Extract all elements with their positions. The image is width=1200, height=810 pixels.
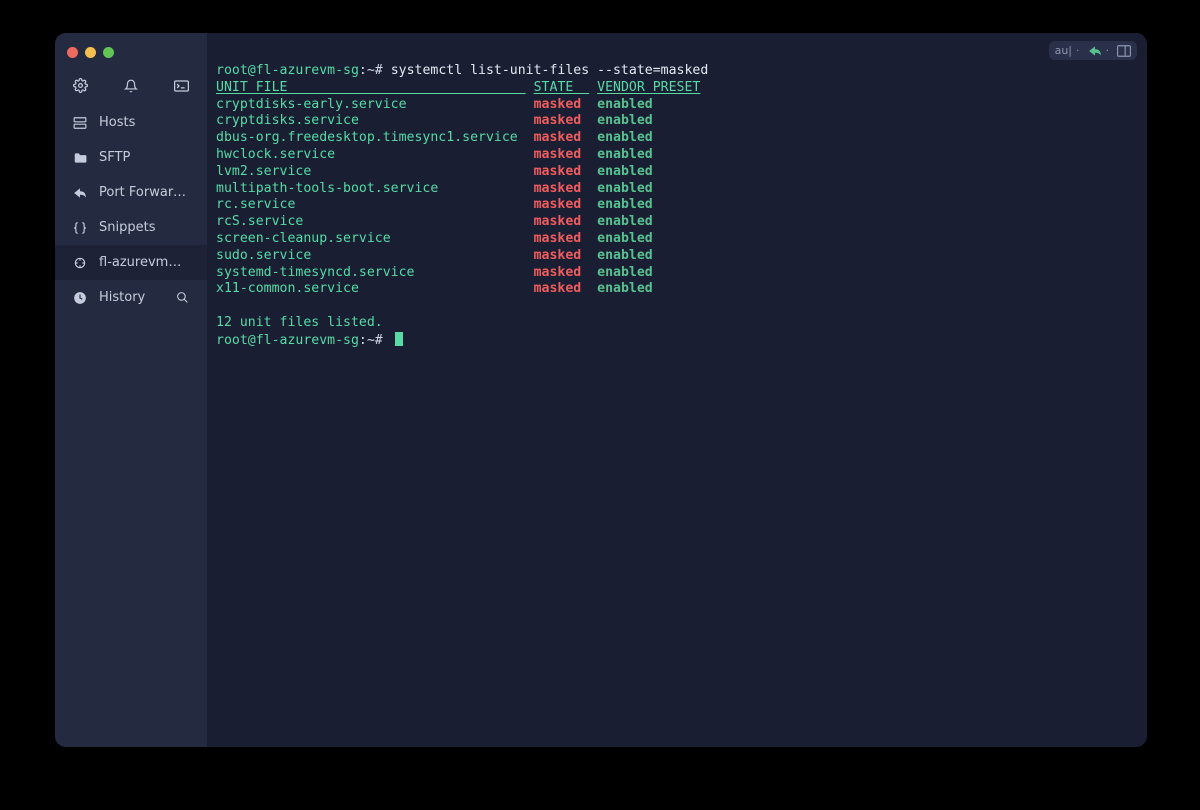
close-dot[interactable] (67, 47, 78, 58)
sidebar: Hosts SFTP Port Forwarding Snippets fl-a (55, 33, 207, 747)
share-icon[interactable]: · (1088, 44, 1110, 57)
circle-icon (73, 256, 87, 270)
window-controls (55, 41, 207, 72)
terminal-pane[interactable]: au|· · root@fl-azurevm-sg:~# systemctl l… (207, 33, 1147, 747)
terminal-icon[interactable] (174, 80, 189, 92)
zoom-dot[interactable] (103, 47, 114, 58)
sidebar-item-label: fl-azurevm… (99, 255, 189, 270)
sidebar-item-snippets[interactable]: Snippets (55, 210, 207, 245)
sidebar-item-hosts[interactable]: Hosts (55, 105, 207, 140)
sidebar-item-session[interactable]: fl-azurevm… (55, 245, 207, 280)
terminal-output: root@fl-azurevm-sg:~# systemctl list-uni… (216, 33, 1133, 350)
sidebar-item-label: Port Forwarding (99, 185, 189, 200)
share-icon (73, 186, 87, 200)
folder-icon (73, 151, 87, 165)
sidebar-item-label: Snippets (99, 220, 189, 235)
clock-icon (73, 291, 87, 305)
gear-icon[interactable] (73, 78, 88, 93)
sidebar-item-history[interactable]: History (55, 280, 207, 315)
sidebar-item-port-forwarding[interactable]: Port Forwarding (55, 175, 207, 210)
app-window: Hosts SFTP Port Forwarding Snippets fl-a (55, 33, 1147, 747)
sidebar-item-sftp[interactable]: SFTP (55, 140, 207, 175)
topbar-tag[interactable]: au|· (1055, 44, 1080, 57)
braces-icon (73, 221, 87, 235)
search-icon[interactable] (175, 291, 189, 305)
topbar-controls: au|· · (1049, 41, 1137, 60)
split-icon[interactable] (1117, 45, 1131, 57)
sidebar-item-label: Hosts (99, 115, 189, 130)
minimize-dot[interactable] (85, 47, 96, 58)
sidebar-item-label: SFTP (99, 150, 189, 165)
sidebar-item-label: History (99, 290, 163, 305)
sidebar-top-icons (55, 72, 207, 105)
server-icon (73, 116, 87, 130)
bell-icon[interactable] (124, 79, 138, 93)
